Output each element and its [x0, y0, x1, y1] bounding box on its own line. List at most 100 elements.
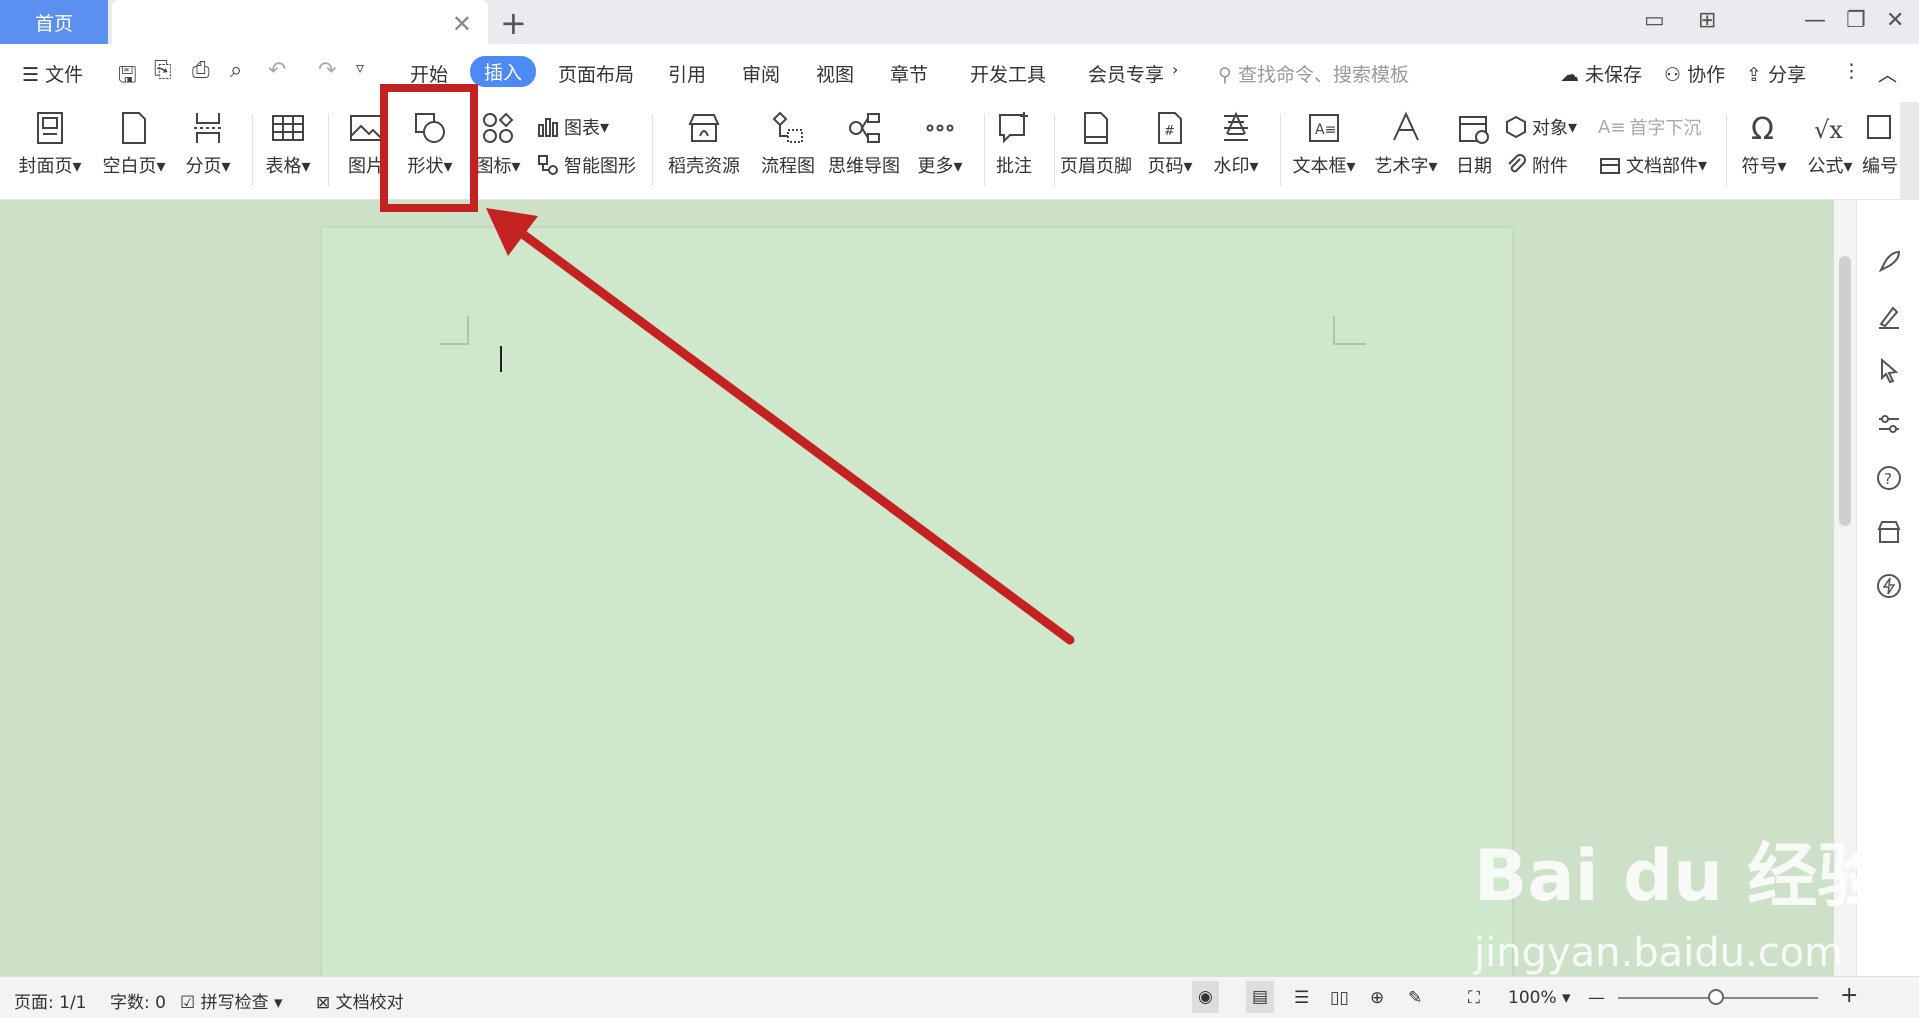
menu-member[interactable]: 会员专享: [1088, 60, 1164, 87]
read-view-icon[interactable]: ▯▯: [1330, 988, 1349, 1008]
menu-review[interactable]: 审阅: [742, 60, 780, 87]
zoom-level[interactable]: 100% ▾: [1508, 988, 1571, 1008]
watermark-url: jingyan.baidu.com: [1474, 930, 1844, 976]
spell-check-button[interactable]: ☑ 拼写检查 ▾: [180, 988, 283, 1013]
tab-document[interactable]: ✕: [112, 0, 488, 44]
zoom-in-icon[interactable]: +: [1840, 983, 1858, 1008]
page-layout-icon[interactable]: ▭: [1644, 8, 1665, 33]
zoom-slider-handle[interactable]: [1708, 989, 1724, 1005]
sliders-icon[interactable]: [1875, 410, 1903, 438]
blank-page-icon: [122, 112, 146, 144]
shape-highlight-box: [380, 84, 478, 212]
menu-chapter[interactable]: 章节: [890, 60, 928, 87]
menu-insert[interactable]: 插入: [470, 56, 537, 87]
file-menu[interactable]: ☰ 文件: [22, 60, 83, 87]
blank-page-button[interactable]: 空白页▾: [94, 102, 174, 200]
more-icon: [926, 124, 954, 132]
zoom-out-icon[interactable]: —: [1588, 988, 1605, 1008]
chart-button[interactable]: 图表 ▾: [536, 112, 609, 142]
menu-devtools[interactable]: 开发工具: [970, 60, 1046, 87]
scrollbar-thumb[interactable]: [1839, 256, 1851, 526]
grid-icon[interactable]: ⊞: [1698, 8, 1716, 33]
write-view-icon[interactable]: ✎: [1408, 988, 1422, 1008]
menu-start[interactable]: 开始: [410, 60, 448, 87]
flowchart-icon: [772, 111, 803, 143]
doc-parts-label: 文档部件: [1626, 156, 1698, 177]
watermark-button[interactable]: 水印▾: [1196, 102, 1276, 200]
table-button[interactable]: 表格▾: [248, 102, 328, 200]
collab-button[interactable]: ⚇ 协作: [1664, 60, 1725, 87]
undo-icon[interactable]: ↶: [268, 58, 286, 83]
share-button[interactable]: ⇪ 分享: [1746, 60, 1806, 87]
picture-icon: [350, 115, 382, 141]
proofread-button[interactable]: ⊠ 文档校对: [316, 988, 404, 1013]
more-options-icon[interactable]: ⋮: [1842, 60, 1861, 82]
cover-page-button[interactable]: 封面页▾: [10, 102, 90, 200]
page-break-button[interactable]: 分页▾: [168, 102, 248, 200]
word-count: 字数: 0: [110, 993, 166, 1013]
customize-icon[interactable]: ▿: [356, 58, 364, 77]
menu-view[interactable]: 视图: [816, 60, 854, 87]
eye-protect-icon[interactable]: ◉: [1192, 981, 1219, 1013]
textbox-button[interactable]: A≡ 文本框▾: [1284, 102, 1364, 200]
document-page[interactable]: [322, 228, 1512, 976]
doc-parts-button[interactable]: 文档部件 ▾: [1598, 150, 1707, 180]
select-pointer-icon[interactable]: [1875, 356, 1903, 384]
collapse-ribbon-icon[interactable]: ︿: [1878, 60, 1897, 87]
fit-page-icon[interactable]: ⛶: [1468, 988, 1480, 1008]
command-search[interactable]: ⚲ 查找命令、搜索模板: [1218, 60, 1409, 87]
share-label: 分享: [1767, 64, 1806, 86]
ribbon-scroll[interactable]: [1900, 102, 1919, 200]
export-icon[interactable]: ⎘: [154, 58, 172, 83]
menu-references[interactable]: 引用: [668, 60, 706, 87]
web-view-icon[interactable]: ⊕: [1370, 988, 1384, 1008]
save-icon[interactable]: 🖫: [118, 58, 137, 96]
print-icon[interactable]: ⎙: [192, 58, 210, 83]
flowchart-button[interactable]: 流程图: [748, 102, 828, 200]
resources-label: 稻壳资源: [668, 156, 740, 177]
pen-icon[interactable]: [1875, 302, 1903, 330]
unsaved-button[interactable]: ☁ 未保存: [1560, 60, 1642, 87]
date-button[interactable]: 日期: [1434, 102, 1514, 200]
more-menu-icon[interactable]: ›: [1172, 60, 1178, 79]
preview-icon[interactable]: ⌕: [230, 58, 242, 83]
cover-page-label: 封面页▾: [18, 156, 82, 177]
rocket-icon[interactable]: [1875, 248, 1903, 276]
textbox-icon: A≡: [1309, 114, 1339, 142]
resources-button[interactable]: 稻壳资源: [664, 102, 744, 200]
mindmap-button[interactable]: 思维导图: [824, 102, 904, 200]
restore-icon[interactable]: ❐: [1846, 8, 1866, 33]
object-button[interactable]: 对象 ▾: [1504, 112, 1577, 142]
dropcap-icon: A≡: [1598, 116, 1626, 138]
svg-text:?: ?: [1884, 470, 1892, 488]
chart-label: 图表: [564, 118, 600, 139]
smartart-button[interactable]: 智能图形: [536, 150, 636, 180]
attachment-button[interactable]: 附件: [1504, 150, 1568, 180]
menu-layout[interactable]: 页面布局: [558, 60, 634, 87]
svg-text:A≡: A≡: [1315, 122, 1336, 138]
resources-icon: [688, 114, 720, 142]
outline-view-icon[interactable]: ☰: [1294, 988, 1309, 1008]
header-footer-button[interactable]: 页眉页脚: [1056, 102, 1136, 200]
window-close-icon[interactable]: ✕: [1886, 8, 1904, 33]
tab-home[interactable]: 首页: [0, 0, 108, 44]
dropcap-button[interactable]: A≡ 首字下沉: [1598, 112, 1701, 142]
new-tab-icon[interactable]: +: [500, 4, 527, 42]
baidu-watermark: Bai du 经验 jingyan.baidu.com: [1474, 820, 1887, 976]
more-button[interactable]: 更多▾: [900, 102, 980, 200]
share-backup-icon[interactable]: [1875, 572, 1903, 600]
help-icon[interactable]: ?: [1875, 464, 1903, 492]
unsaved-label: 未保存: [1585, 64, 1643, 86]
comment-button[interactable]: 批注: [974, 102, 1054, 200]
minimize-icon[interactable]: —: [1804, 8, 1826, 33]
zoom-value: 100%: [1508, 988, 1557, 1008]
close-tab-icon[interactable]: ✕: [452, 10, 472, 38]
redo-icon[interactable]: ↷: [318, 58, 336, 83]
page-view-icon[interactable]: ▤: [1246, 981, 1275, 1013]
page-break-label: 分页▾: [185, 156, 231, 177]
store-icon[interactable]: [1875, 518, 1903, 546]
date-icon: [1459, 116, 1489, 144]
svg-text:√x: √x: [1814, 116, 1843, 144]
tab-bar: 首页 ✕ + ▭ ⊞ — ❐ ✕: [0, 0, 1919, 44]
attachment-icon: [1508, 154, 1526, 173]
